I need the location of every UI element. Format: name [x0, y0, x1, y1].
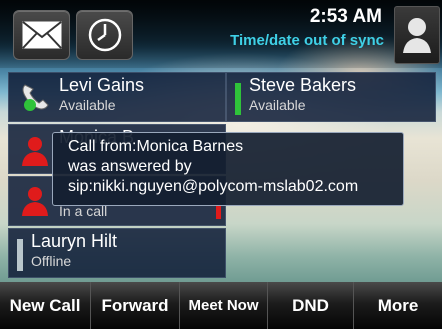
sync-warning: Time/date out of sync — [230, 32, 384, 49]
phone-screen: 2:53 AM Time/date out of sync Levi Gains… — [0, 0, 442, 329]
contact-name: Steve Bakers — [249, 75, 357, 95]
person-icon — [22, 137, 48, 166]
presence-indicator — [17, 239, 23, 271]
contact-status: Available — [249, 97, 306, 113]
notification-line-1: Call from:Monica Barnes — [68, 138, 244, 155]
clock-icon — [88, 18, 121, 52]
contact-name: Levi Gains — [59, 75, 145, 95]
contact-name: Lauryn Hilt — [31, 231, 118, 251]
softkey-bar: New Call Forward Meet Now DND More — [0, 282, 442, 329]
presence-indicator — [235, 83, 241, 115]
softkey-new-call[interactable]: New Call — [0, 282, 91, 329]
call-notification-popup[interactable]: Call from:Monica Barnes was answered by … — [52, 132, 404, 206]
messages-button[interactable] — [13, 10, 70, 60]
contact-tile-steve-bakers[interactable]: Steve Bakers Available — [226, 72, 436, 122]
contact-status: Offline — [31, 253, 72, 269]
softkey-more[interactable]: More — [354, 282, 442, 329]
user-silhouette-icon — [403, 18, 431, 53]
softkey-dnd[interactable]: DND — [268, 282, 354, 329]
clock-time: 2:53 AM — [309, 6, 382, 27]
phone-handset-icon — [22, 84, 49, 111]
time-date-button[interactable] — [76, 10, 133, 60]
notification-line-3: sip:nikki.nguyen@polycom-mslab02.com — [68, 178, 359, 195]
contact-tile-lauryn-hilt[interactable]: Lauryn Hilt Offline — [8, 228, 226, 278]
softkey-meet-now[interactable]: Meet Now — [180, 282, 268, 329]
softkey-forward[interactable]: Forward — [91, 282, 180, 329]
busy-indicator — [216, 205, 221, 219]
person-icon — [22, 187, 48, 216]
contact-tile-levi-gains[interactable]: Levi Gains Available — [8, 72, 226, 122]
notification-line-2: was answered by — [68, 158, 192, 175]
envelope-icon — [21, 21, 62, 49]
user-avatar[interactable] — [394, 6, 440, 64]
contact-status: Available — [59, 97, 116, 113]
